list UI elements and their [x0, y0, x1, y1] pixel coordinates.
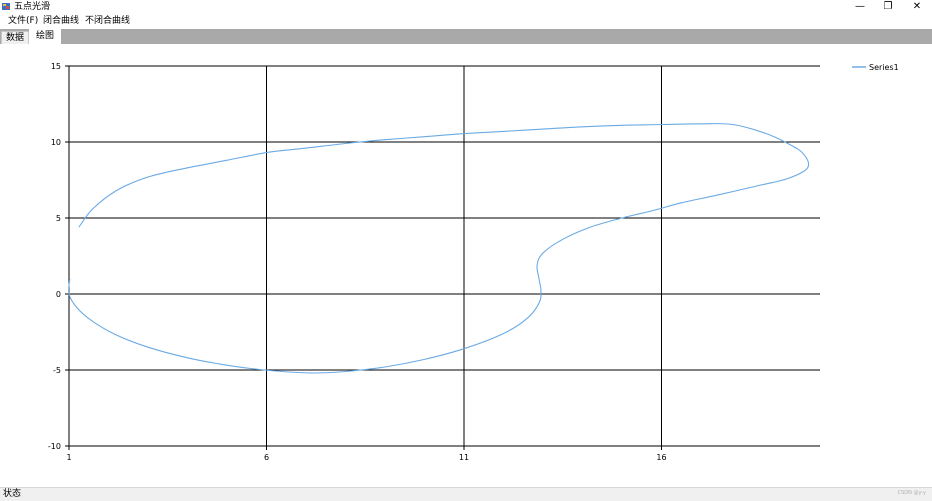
- x-tick-label: 6: [264, 453, 269, 462]
- app-icon: [2, 3, 10, 10]
- title-bar: 五点光滑 — ❐ ✕: [0, 0, 932, 14]
- x-tick-label: 11: [459, 453, 469, 462]
- line-chart: 151050-5-101 6 11 16 Series1: [48, 62, 899, 462]
- y-tick-label: 10: [51, 138, 61, 147]
- watermark: CSDN @y-y: [897, 490, 926, 496]
- chart-area: 15 10 5 0 -5 -10 1 6 11 16 Series1: [0, 44, 932, 486]
- tab-strip: 数据 绘图: [0, 29, 932, 44]
- minimize-icon[interactable]: —: [846, 0, 874, 14]
- status-bar: 状态 CSDN @y-y: [0, 487, 932, 501]
- y-tick-label: 0: [56, 290, 61, 299]
- x-tick-label: 1: [66, 453, 71, 462]
- menu-closed-curve[interactable]: 闭合曲线: [43, 15, 79, 28]
- close-icon[interactable]: ✕: [903, 0, 931, 14]
- legend: Series1: [852, 63, 899, 72]
- series-line-series1: [68, 123, 810, 374]
- y-tick-label: 15: [51, 62, 61, 71]
- tick-labels: 151050-5-101 6 11 16: [48, 62, 667, 462]
- status-text: 状态: [3, 489, 22, 499]
- legend-label: Series1: [869, 63, 899, 72]
- x-tick-label: 16: [656, 453, 666, 462]
- tab-plot[interactable]: 绘图: [29, 29, 61, 44]
- restore-icon[interactable]: ❐: [874, 0, 902, 14]
- menu-bar: 文件(F) 闭合曲线 不闭合曲线: [0, 14, 932, 30]
- y-tick-label: -5: [53, 366, 61, 375]
- window-title: 五点光滑: [14, 2, 51, 12]
- y-tick-label: 5: [56, 214, 61, 223]
- series-lines: [68, 123, 810, 374]
- menu-file[interactable]: 文件(F): [8, 15, 38, 28]
- menu-open-curve[interactable]: 不闭合曲线: [85, 15, 130, 28]
- tab-data[interactable]: 数据: [1, 31, 29, 44]
- y-tick-label: -10: [48, 442, 61, 451]
